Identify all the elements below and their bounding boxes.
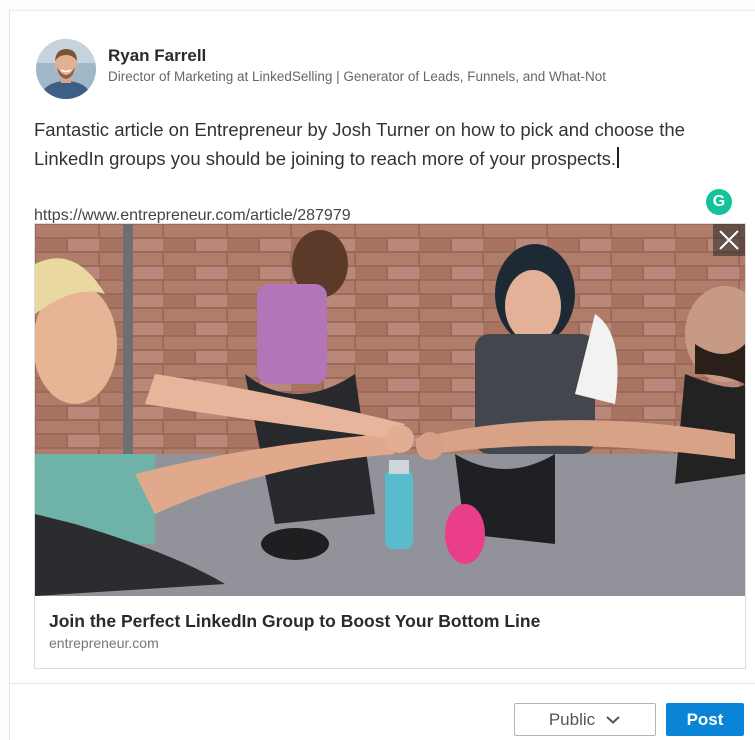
avatar (36, 39, 96, 99)
share-box: Ryan Farrell Director of Marketing at Li… (9, 10, 755, 740)
author-name[interactable]: Ryan Farrell (108, 45, 606, 67)
author-meta: Ryan Farrell Director of Marketing at Li… (108, 45, 606, 87)
preview-title[interactable]: Join the Perfect LinkedIn Group to Boost… (49, 609, 540, 633)
visibility-dropdown[interactable]: Public (514, 703, 656, 736)
close-icon (719, 230, 739, 250)
grammarly-icon[interactable]: G (706, 189, 732, 215)
footer-divider (10, 683, 755, 684)
post-text-editor[interactable]: Fantastic article on Entrepreneur by Jos… (34, 115, 734, 173)
chevron-down-icon (606, 715, 620, 724)
post-text: Fantastic article on Entrepreneur by Jos… (34, 119, 685, 169)
post-button[interactable]: Post (666, 703, 744, 736)
link-preview-card[interactable]: Join the Perfect LinkedIn Group to Boost… (34, 223, 746, 669)
preview-meta: Join the Perfect LinkedIn Group to Boost… (49, 609, 540, 653)
text-caret (617, 147, 619, 168)
author-header: Ryan Farrell Director of Marketing at Li… (36, 39, 606, 99)
visibility-label: Public (548, 709, 596, 729)
author-headline: Director of Marketing at LinkedSelling |… (108, 69, 607, 84)
remove-preview-button[interactable] (713, 224, 745, 256)
preview-domain: entrepreneur.com (49, 635, 159, 651)
preview-image (35, 224, 745, 596)
